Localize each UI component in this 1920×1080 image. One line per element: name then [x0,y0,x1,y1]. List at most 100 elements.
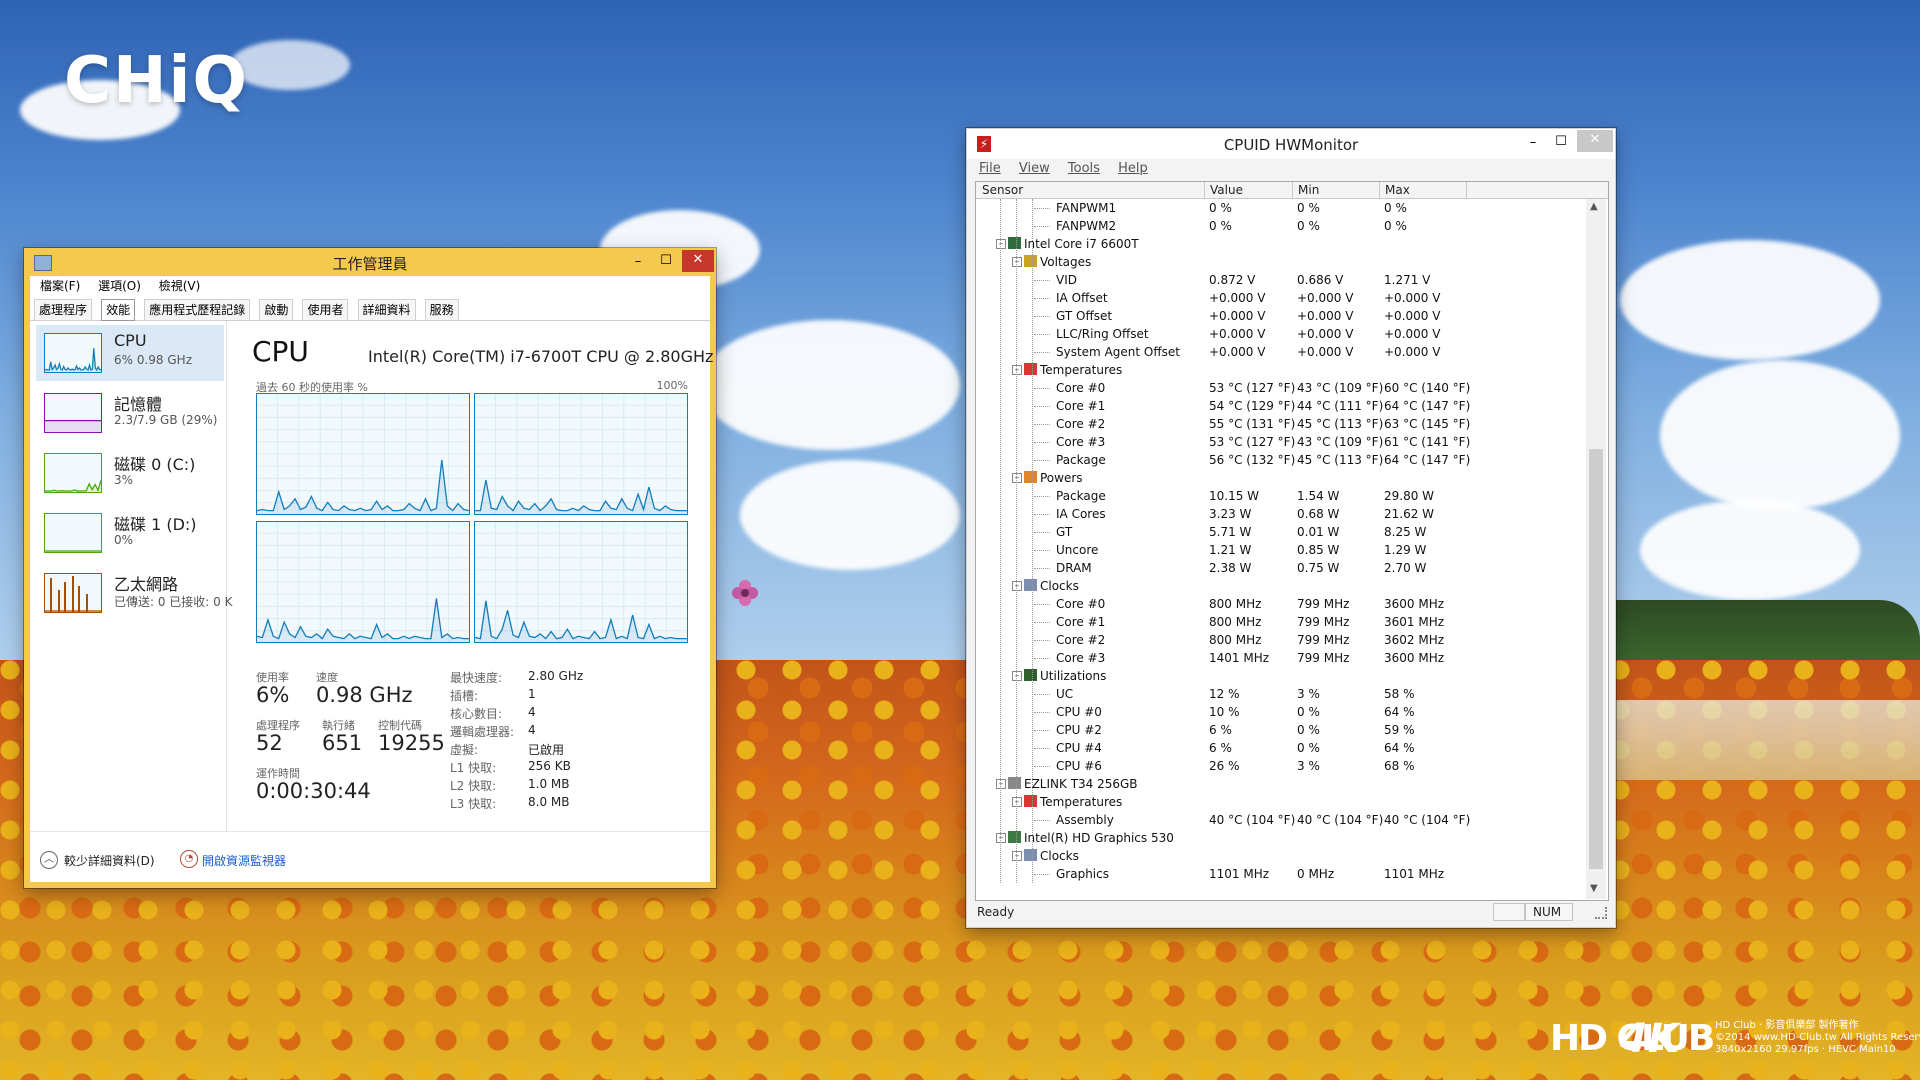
sensor-row[interactable]: System Agent Offset +0.000 V +0.000 V +0.00… [976,343,1586,361]
sensor-row[interactable]: UC 12 % 3 % 58 % [976,685,1586,703]
menu-file[interactable]: 檔案(F) [40,276,80,296]
sensor-row[interactable]: Uncore 1.21 W 0.85 W 1.29 W [976,541,1586,559]
sensor-row[interactable]: DRAM 2.38 W 0.75 W 2.70 W [976,559,1586,577]
sensor-row[interactable]: IA Cores 3.23 W 0.68 W 21.62 W [976,505,1586,523]
minimize-button[interactable]: – [1519,133,1547,155]
tab-processes[interactable]: 處理程序 [34,299,93,321]
resource-disk1[interactable]: 磁碟 1 (D:) 0% [36,505,224,561]
sensor-row[interactable]: CPU #2 6 % 0 % 59 % [976,721,1586,739]
collapse-toggle-icon[interactable]: – [1012,581,1022,591]
collapse-toggle-icon[interactable]: – [996,779,1006,789]
column-min[interactable]: Min [1298,183,1319,197]
sensor-row[interactable]: Core #0 53 °C (127 °F) 43 °C (109 °F) 60 °C… [976,379,1586,397]
sensor-group-row[interactable]: – Clocks [976,577,1586,595]
4k-logo: 4K [1620,1016,1679,1062]
sensor-group-row[interactable]: – Temperatures [976,793,1586,811]
sensor-row[interactable]: Core #2 800 MHz 799 MHz 3602 MHz [976,631,1586,649]
tab-details[interactable]: 詳細資料 [357,299,416,321]
column-value[interactable]: Value [1210,183,1243,197]
sensor-row[interactable]: Package 10.15 W 1.54 W 29.80 W [976,487,1586,505]
sensor-row[interactable]: FANPWM2 0 % 0 % 0 % [976,217,1586,235]
sensor-row[interactable]: CPU #0 10 % 0 % 64 % [976,703,1586,721]
menu-file[interactable]: File [979,159,1001,179]
collapse-toggle-icon[interactable]: – [996,833,1006,843]
open-resource-monitor-link[interactable]: 開啟資源監視器 [202,852,286,869]
sensor-row[interactable]: Graphics 1101 MHz 0 MHz 1101 MHz [976,865,1586,883]
sensor-row[interactable]: FANPWM1 0 % 0 % 0 % [976,199,1586,217]
sensor-row[interactable]: IA Offset +0.000 V +0.000 V +0.000 V [976,289,1586,307]
collapse-toggle-icon[interactable]: – [1012,797,1022,807]
resource-disk0[interactable]: 磁碟 0 (C:) 3% [36,445,224,501]
menu-tools[interactable]: Tools [1068,159,1100,179]
tab-users[interactable]: 使用者 [302,299,349,321]
column-max[interactable]: Max [1385,183,1410,197]
resize-grip[interactable] [1595,907,1607,919]
task-manager-titlebar[interactable]: 工作管理員 – ☐ ✕ [24,248,716,276]
column-sensor[interactable]: Sensor [982,183,1023,197]
sensor-group-row[interactable]: – Voltages [976,253,1586,271]
sensor-row[interactable]: GT Offset +0.000 V +0.000 V +0.000 V [976,307,1586,325]
sensor-row[interactable]: VID 0.872 V 0.686 V 1.271 V [976,271,1586,289]
sensor-row[interactable]: LLC/Ring Offset +0.000 V +0.000 V +0.000 V [976,325,1586,343]
collapse-toggle-icon[interactable]: – [1012,257,1022,267]
minimize-button[interactable]: – [624,252,652,274]
maximize-button[interactable]: ☐ [652,251,680,273]
sensor-name: Temperatures [1040,363,1123,377]
menu-view[interactable]: View [1019,159,1050,179]
scroll-down-arrow-icon[interactable]: ▼ [1590,883,1598,894]
scroll-thumb[interactable] [1589,449,1603,869]
sensor-row[interactable]: Core #1 54 °C (129 °F) 44 °C (111 °F) 64 °C… [976,397,1586,415]
collapse-toggle-icon[interactable]: – [1012,473,1022,483]
resource-cpu[interactable]: CPU 6% 0.98 GHz [36,325,224,381]
sensor-group-row[interactable]: – Intel Core i7 6600T [976,235,1586,253]
network-bar [72,576,74,612]
resource-ethernet[interactable]: 乙太網路 已傳送: 0 已接收: 0 K [36,565,232,621]
vertical-scrollbar[interactable]: ▲ ▼ [1586,199,1606,899]
sensor-row[interactable]: CPU #6 26 % 3 % 68 % [976,757,1586,775]
menu-options[interactable]: 選項(O) [98,276,141,296]
sensor-group-row[interactable]: – Intel(R) HD Graphics 530 [976,829,1586,847]
sensor-value: 56 °C (132 °F) [1209,453,1296,467]
sensor-row[interactable]: Assembly 40 °C (104 °F) 40 °C (104 °F) 40 °… [976,811,1586,829]
sensor-group-row[interactable]: – Temperatures [976,361,1586,379]
maximize-button[interactable]: ☐ [1547,132,1575,154]
sensor-name: Core #1 [1056,615,1106,629]
sensor-max: +0.000 V [1384,291,1441,305]
tree-connector [1034,622,1050,623]
sensor-name: Core #3 [1056,435,1106,449]
processes-value: 52 [256,731,283,755]
fewer-details-link[interactable]: 較少詳細資料(D) [64,852,155,869]
menu-view[interactable]: 檢視(V) [159,276,201,296]
sensor-group-row[interactable]: – Clocks [976,847,1586,865]
menu-help[interactable]: Help [1118,159,1148,179]
chevron-up-icon[interactable]: ︿ [40,851,58,869]
collapse-toggle-icon[interactable]: – [996,239,1006,249]
sensor-row[interactable]: Core #0 800 MHz 799 MHz 3600 MHz [976,595,1586,613]
hwmonitor-titlebar[interactable]: ⚡ CPUID HWMonitor – ☐ ✕ [967,129,1615,159]
sensor-group-row[interactable]: – EZLINK T34 256GB [976,775,1586,793]
collapse-toggle-icon[interactable]: – [1012,671,1022,681]
close-button[interactable]: ✕ [682,250,714,272]
sensor-row[interactable]: CPU #4 6 % 0 % 64 % [976,739,1586,757]
tab-app-history[interactable]: 應用程式歷程記錄 [144,299,251,321]
sensor-row[interactable]: Core #3 53 °C (127 °F) 43 °C (109 °F) 61 °C… [976,433,1586,451]
sensor-name: UC [1056,687,1074,701]
tree-connector [1034,766,1050,767]
sensor-value: 40 °C (104 °F) [1209,813,1296,827]
collapse-toggle-icon[interactable]: – [1012,365,1022,375]
collapse-toggle-icon[interactable]: – [1012,851,1022,861]
close-button[interactable]: ✕ [1577,130,1613,152]
scroll-up-arrow-icon[interactable]: ▲ [1590,201,1598,212]
sensor-group-row[interactable]: – Powers [976,469,1586,487]
resource-memory[interactable]: 記憶體 2.3/7.9 GB (29%) [36,385,224,441]
sensor-row[interactable]: GT 5.71 W 0.01 W 8.25 W [976,523,1586,541]
tab-startup[interactable]: 啟動 [259,299,294,321]
sensor-row[interactable]: Core #2 55 °C (131 °F) 45 °C (113 °F) 63 °C… [976,415,1586,433]
tab-performance[interactable]: 效能 [101,299,136,321]
util-icon [1024,669,1037,681]
tab-services[interactable]: 服務 [424,299,459,321]
sensor-row[interactable]: Core #3 1401 MHz 799 MHz 3600 MHz [976,649,1586,667]
sensor-row[interactable]: Core #1 800 MHz 799 MHz 3601 MHz [976,613,1586,631]
sensor-group-row[interactable]: – Utilizations [976,667,1586,685]
sensor-row[interactable]: Package 56 °C (132 °F) 45 °C (113 °F) 64 °C… [976,451,1586,469]
